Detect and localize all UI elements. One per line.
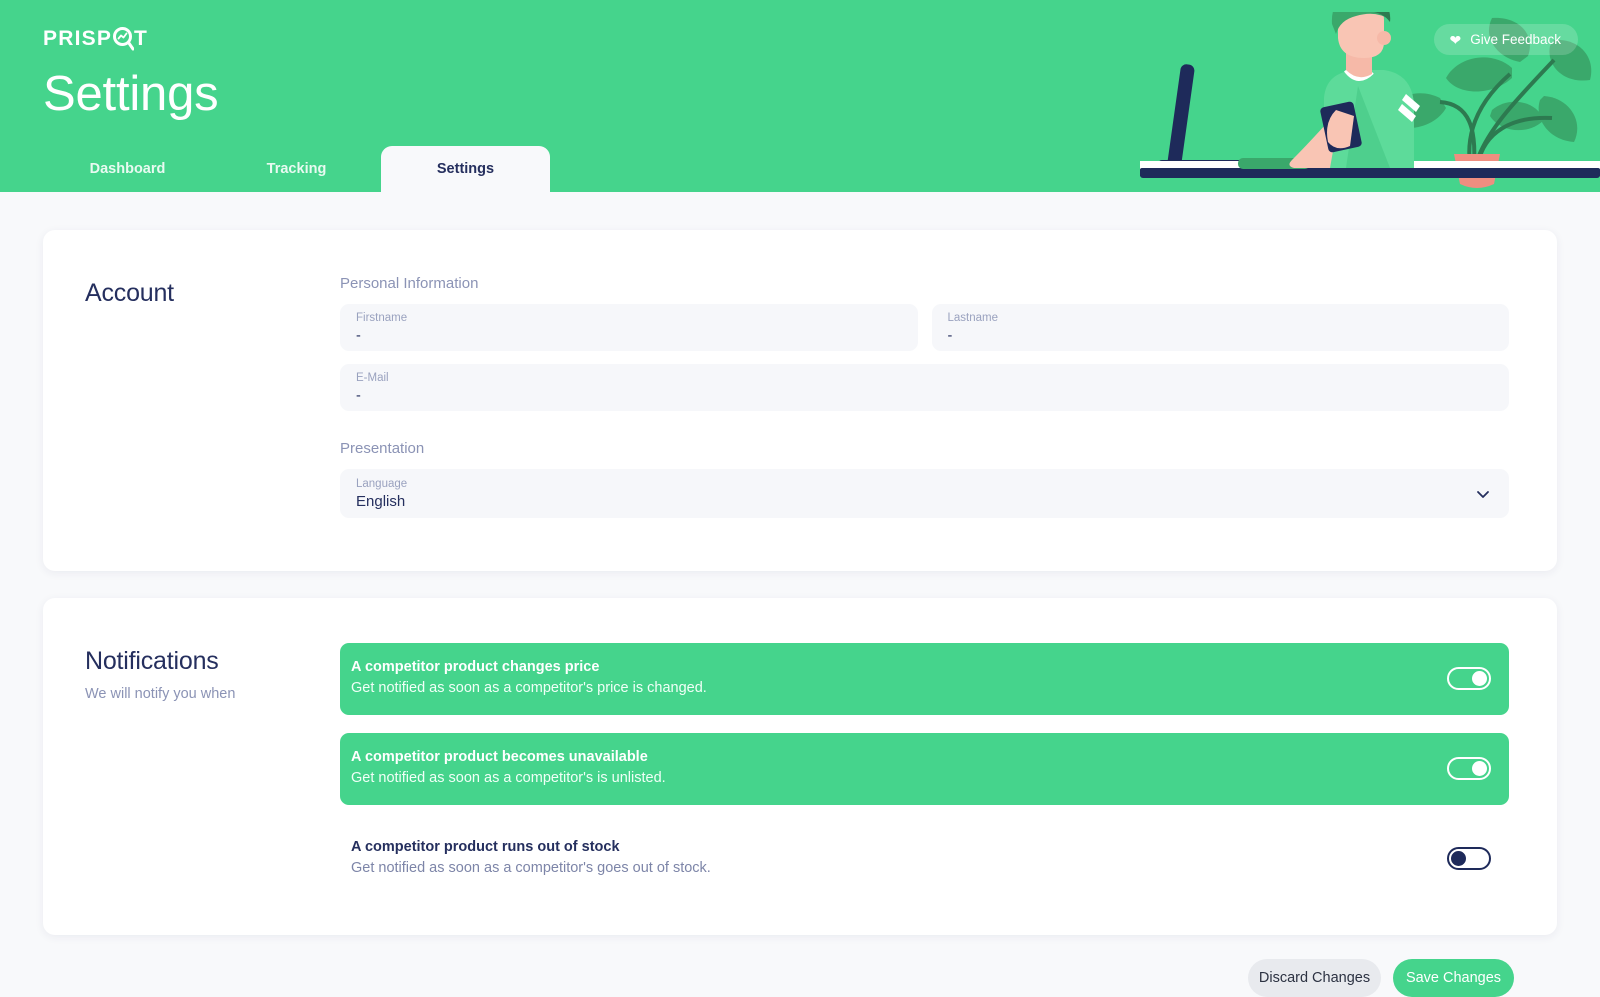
- notifications-card-side: Notifications We will notify you when: [85, 643, 340, 895]
- discard-changes-button[interactable]: Discard Changes: [1248, 959, 1381, 997]
- notification-row-price-change[interactable]: A competitor product changes price Get n…: [340, 643, 1509, 715]
- notification-title: A competitor product becomes unavailable: [351, 749, 648, 765]
- firstname-value: -: [356, 328, 361, 344]
- personal-information-label: Personal Information: [340, 275, 479, 292]
- main-tabs: Dashboard Tracking Settings: [0, 146, 1600, 192]
- language-label: Language: [356, 478, 408, 490]
- language-field-row: Language English: [340, 469, 1509, 518]
- notification-description: Get notified as soon as a competitor's p…: [351, 680, 707, 696]
- notifications-subtitle: We will notify you when: [85, 686, 236, 702]
- tab-tracking-label: Tracking: [266, 161, 327, 177]
- notification-description: Get notified as soon as a competitor's g…: [351, 860, 711, 876]
- notification-row-unavailable[interactable]: A competitor product becomes unavailable…: [340, 733, 1509, 805]
- notification-title: A competitor product changes price: [351, 659, 600, 675]
- give-feedback-button[interactable]: ❤ Give Feedback: [1434, 24, 1578, 55]
- account-card: Account Personal Information Firstname -…: [43, 230, 1557, 571]
- notification-text: A competitor product runs out of stock G…: [351, 837, 711, 879]
- tab-dashboard-label: Dashboard: [89, 161, 166, 177]
- email-field-row: E-Mail -: [340, 364, 1509, 411]
- magnifier-chart-icon: [113, 26, 135, 50]
- tab-settings-label: Settings: [436, 161, 495, 177]
- main-content: Account Personal Information Firstname -…: [0, 192, 1600, 997]
- logo-text-right: T: [134, 27, 149, 50]
- form-actions: Discard Changes Save Changes: [43, 935, 1557, 997]
- toggle-unavailable[interactable]: [1447, 756, 1491, 780]
- notifications-card: Notifications We will notify you when A …: [43, 598, 1557, 935]
- firstname-label: Firstname: [356, 312, 408, 324]
- email-value: -: [356, 388, 361, 404]
- tab-tracking[interactable]: Tracking: [212, 146, 381, 192]
- tab-settings[interactable]: Settings: [381, 146, 550, 192]
- logo-text-left: PRISP: [43, 27, 113, 50]
- tab-dashboard[interactable]: Dashboard: [43, 146, 212, 192]
- chevron-down-icon: [1477, 490, 1489, 498]
- language-value: English: [356, 493, 406, 510]
- notifications-list: A competitor product changes price Get n…: [340, 643, 1509, 895]
- presentation-label: Presentation: [340, 440, 425, 457]
- app-logo[interactable]: PRISP T: [43, 24, 148, 54]
- account-title: Account: [85, 279, 174, 307]
- page-title: Settings: [43, 67, 219, 121]
- firstname-field[interactable]: Firstname -: [340, 304, 918, 351]
- notification-text: A competitor product becomes unavailable…: [351, 747, 666, 789]
- lastname-field[interactable]: Lastname -: [931, 304, 1509, 351]
- toggle-out-of-stock[interactable]: [1447, 846, 1491, 870]
- account-form: Personal Information Firstname - Lastnam…: [340, 275, 1509, 531]
- lastname-value: -: [947, 328, 953, 344]
- toggle-price-change[interactable]: [1447, 666, 1491, 690]
- notification-row-out-of-stock[interactable]: A competitor product runs out of stock G…: [340, 823, 1509, 895]
- notification-description: Get notified as soon as a competitor's i…: [351, 770, 666, 786]
- account-card-side: Account: [85, 275, 340, 531]
- heart-icon: ❤: [1449, 31, 1462, 48]
- give-feedback-label: Give Feedback: [1470, 32, 1561, 47]
- toggle-knob: [1472, 670, 1487, 686]
- app-header: PRISP T ❤ Give Feedback Settings Dashboa…: [0, 0, 1600, 192]
- email-field[interactable]: E-Mail -: [340, 364, 1509, 411]
- language-select[interactable]: Language English: [340, 469, 1509, 518]
- toggle-knob: [1451, 850, 1466, 866]
- lastname-label: Lastname: [947, 312, 999, 324]
- notification-text: A competitor product changes price Get n…: [351, 657, 707, 699]
- notifications-title: Notifications: [85, 647, 219, 675]
- email-label: E-Mail: [356, 372, 389, 384]
- save-changes-button[interactable]: Save Changes: [1393, 959, 1514, 997]
- toggle-knob: [1472, 760, 1487, 776]
- notification-title: A competitor product runs out of stock: [351, 839, 620, 855]
- name-field-row: Firstname - Lastname -: [340, 304, 1509, 351]
